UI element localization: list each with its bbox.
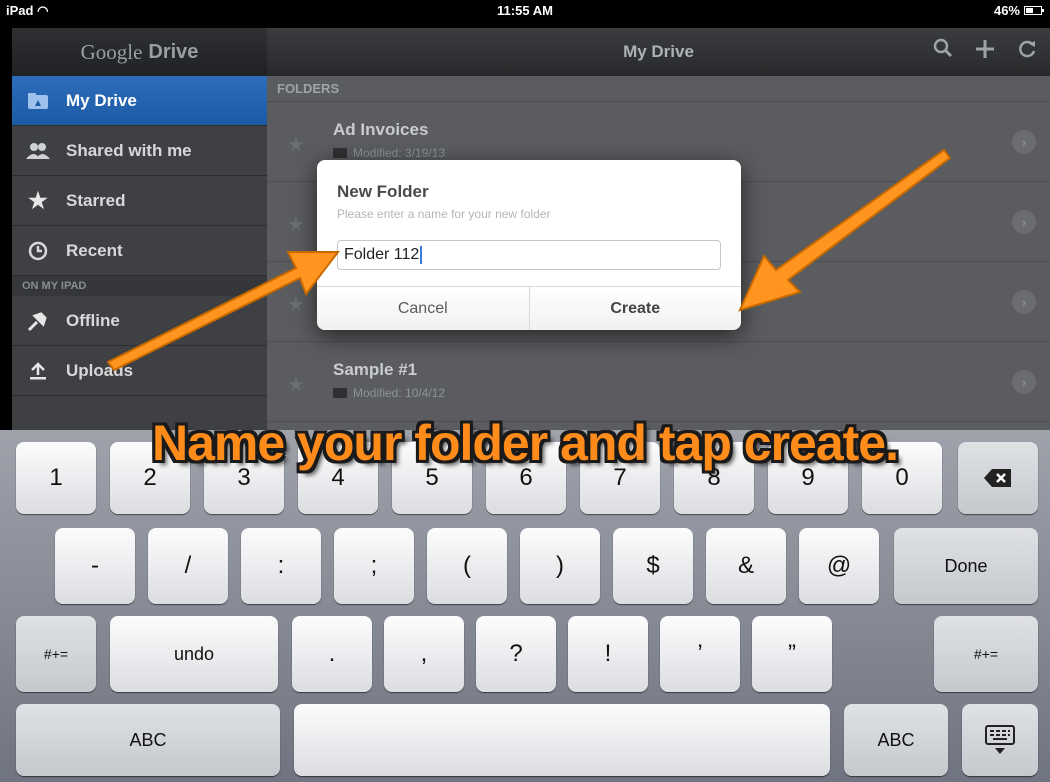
onscreen-keyboard: 1 2 3 4 5 6 7 8 9 0 - / : ; ( ) $ & @ Do… [0, 430, 1050, 782]
clock-icon [26, 239, 50, 263]
people-icon [26, 139, 50, 163]
drive-icon [26, 89, 50, 113]
key-dash[interactable]: - [55, 528, 135, 604]
key-at[interactable]: @ [799, 528, 879, 604]
folder-name-input[interactable]: Folder 112 [337, 240, 721, 270]
sidebar-item-label: Offline [66, 310, 120, 330]
sidebar-item-label: My Drive [66, 90, 137, 110]
star-outline-icon[interactable]: ★ [287, 292, 305, 317]
page-title: My Drive [623, 42, 694, 61]
status-bar: iPad ◠ 11:55 AM 46% [0, 0, 1050, 20]
key-close-paren[interactable]: ) [520, 528, 600, 604]
sidebar-item-uploads[interactable]: Uploads [12, 346, 267, 396]
sidebar-item-recent[interactable]: Recent [12, 226, 267, 276]
add-icon[interactable] [974, 38, 996, 64]
keyboard-hide-icon [985, 725, 1015, 754]
sidebar-item-label: Recent [66, 240, 123, 260]
folders-section-label: FOLDERS [267, 76, 1050, 102]
key-exclamation[interactable]: ! [568, 616, 648, 692]
sidebar: Google Drive My Drive Shared with me ★ S… [12, 28, 267, 430]
item-name: Sample #1 [333, 360, 418, 379]
key-question[interactable]: ? [476, 616, 556, 692]
upload-icon [26, 359, 50, 383]
abc-key-left[interactable]: ABC [16, 704, 280, 776]
cancel-button[interactable]: Cancel [317, 287, 529, 330]
tutorial-caption: Name your folder and tap create. [151, 415, 899, 471]
sidebar-item-starred[interactable]: ★ Starred [12, 176, 267, 226]
key-slash[interactable]: / [148, 528, 228, 604]
list-item[interactable]: ★ Sample #1 Modified: 10/4/12 › [267, 342, 1050, 422]
item-name: Ad Invoices [333, 120, 429, 139]
battery-indicator: 46% [993, 3, 1044, 18]
refresh-icon[interactable] [1016, 38, 1038, 64]
brand-google: Google [80, 39, 143, 64]
text-cursor [420, 245, 423, 264]
key-apostrophe[interactable]: ’ [660, 616, 740, 692]
pin-icon [26, 309, 50, 333]
folder-icon [333, 388, 347, 398]
battery-icon [1024, 6, 1044, 15]
dialog-subtitle: Please enter a name for your new folder [337, 207, 551, 221]
key-dollar[interactable]: $ [613, 528, 693, 604]
done-key[interactable]: Done [894, 528, 1038, 604]
key-ampersand[interactable]: & [706, 528, 786, 604]
star-outline-icon[interactable]: ★ [287, 212, 305, 237]
main-header: My Drive [267, 28, 1050, 76]
folder-icon [333, 148, 347, 158]
key-open-paren[interactable]: ( [427, 528, 507, 604]
sidebar-item-shared[interactable]: Shared with me [12, 126, 267, 176]
clock: 11:55 AM [497, 3, 553, 18]
key-colon[interactable]: : [241, 528, 321, 604]
sidebar-item-label: Shared with me [66, 140, 192, 160]
key-comma[interactable]: , [384, 616, 464, 692]
sidebar-item-offline[interactable]: Offline [12, 296, 267, 346]
chevron-right-icon[interactable]: › [1012, 370, 1036, 394]
star-icon: ★ [28, 187, 48, 213]
key-period[interactable]: . [292, 616, 372, 692]
sidebar-item-my-drive[interactable]: My Drive [12, 76, 267, 126]
key-semicolon[interactable]: ; [334, 528, 414, 604]
star-outline-icon[interactable]: ★ [287, 132, 305, 157]
hide-keyboard-key[interactable] [962, 704, 1038, 776]
battery-percent: 46% [993, 3, 1020, 18]
search-icon[interactable] [932, 38, 954, 64]
new-folder-dialog: New Folder Please enter a name for your … [317, 160, 741, 330]
sidebar-header: Google Drive [12, 28, 267, 76]
chevron-right-icon[interactable]: › [1012, 290, 1036, 314]
shift-symbols-key-left[interactable]: #+= [16, 616, 96, 692]
item-meta: Modified: 10/4/12 [333, 386, 445, 400]
shift-symbols-key-right[interactable]: #+= [934, 616, 1038, 692]
space-key[interactable] [294, 704, 830, 776]
sidebar-item-label: Starred [66, 190, 126, 210]
item-meta: Modified: 3/19/13 [333, 146, 445, 160]
section-on-my-ipad: ON MY IPAD [12, 276, 267, 296]
undo-key[interactable]: undo [110, 616, 278, 692]
create-button[interactable]: Create [528, 287, 742, 330]
abc-key-right[interactable]: ABC [844, 704, 948, 776]
chevron-right-icon[interactable]: › [1012, 210, 1036, 234]
brand-drive: Drive [148, 40, 199, 63]
star-outline-icon[interactable]: ★ [287, 372, 305, 397]
chevron-right-icon[interactable]: › [1012, 130, 1036, 154]
key-quote[interactable]: ” [752, 616, 832, 692]
sidebar-item-label: Uploads [66, 360, 134, 380]
dialog-title: New Folder [337, 182, 429, 201]
